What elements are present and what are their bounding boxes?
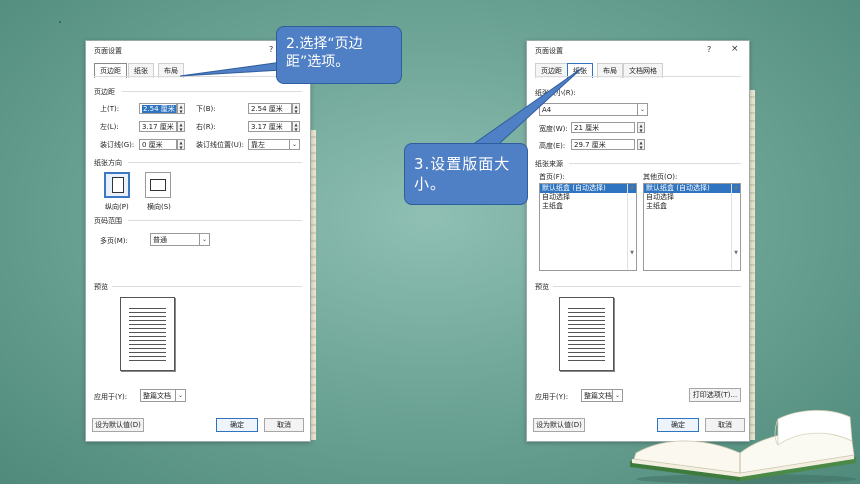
step3-pointer bbox=[460, 67, 583, 153]
step2-pointer bbox=[179, 61, 283, 77]
step2-callout: 2.选择“页边距”选项。 bbox=[276, 26, 402, 84]
step3-callout: 3.设置版面大小。 bbox=[404, 143, 528, 205]
open-book-illustration bbox=[630, 410, 856, 484]
